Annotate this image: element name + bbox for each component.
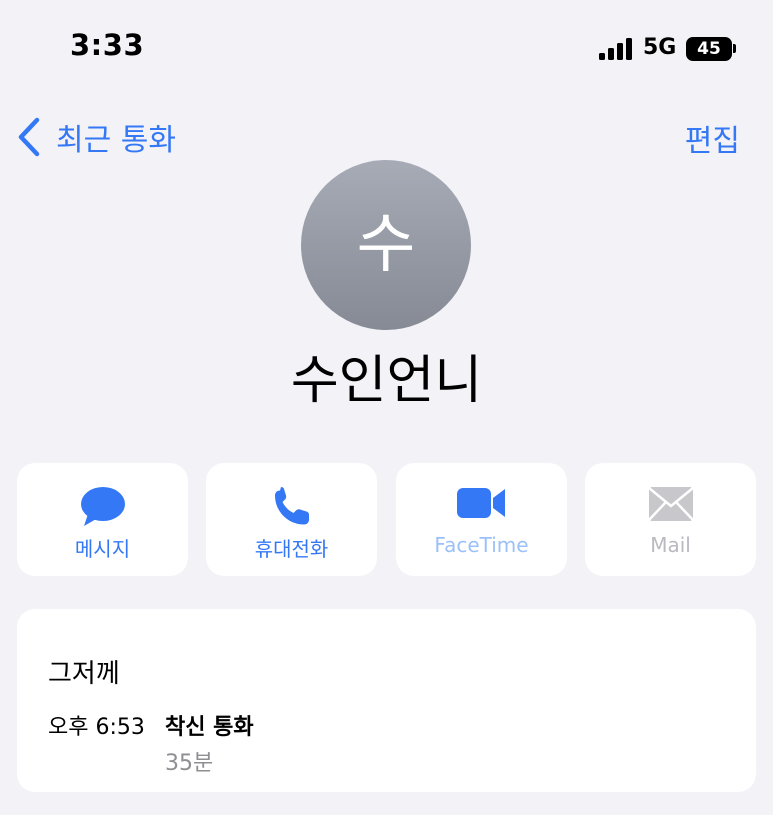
battery-level: 45: [697, 39, 721, 59]
battery-icon: 45: [686, 37, 732, 61]
call-duration: 35분: [165, 751, 214, 776]
message-icon: [80, 487, 125, 526]
facetime-button[interactable]: FaceTime: [396, 463, 567, 576]
phone-icon: [274, 487, 309, 525]
video-icon: [456, 488, 505, 518]
facetime-label: FaceTime: [434, 533, 529, 557]
call-history-card: 그저께 오후 6:53 착신 통화 35분: [17, 609, 756, 792]
signal-icon: [599, 38, 632, 60]
avatar: 수: [301, 160, 471, 330]
network-label: 5G: [643, 35, 677, 60]
mobile-call-label: 휴대전화: [254, 537, 329, 561]
mobile-call-button[interactable]: 휴대전화: [206, 463, 377, 576]
call-date: 그저께: [48, 659, 120, 689]
status-time: 3:33: [70, 28, 145, 62]
edit-button[interactable]: 편집: [685, 116, 740, 160]
call-time: 오후 6:53: [48, 715, 145, 740]
back-button[interactable]: 최근 통화: [16, 112, 176, 162]
contact-name: 수인언니: [290, 351, 483, 411]
call-type: 착신 통화: [165, 715, 254, 740]
chevron-left-icon: [18, 117, 40, 157]
battery-tip: [733, 44, 736, 53]
message-button[interactable]: 메시지: [17, 463, 188, 576]
mail-icon: [647, 487, 694, 521]
back-label: 최근 통화: [56, 123, 176, 158]
message-label: 메시지: [74, 537, 131, 561]
mail-label: Mail: [650, 533, 691, 557]
status-bar: 3:33 5G 45: [0, 0, 773, 100]
mail-button: Mail: [585, 463, 756, 576]
